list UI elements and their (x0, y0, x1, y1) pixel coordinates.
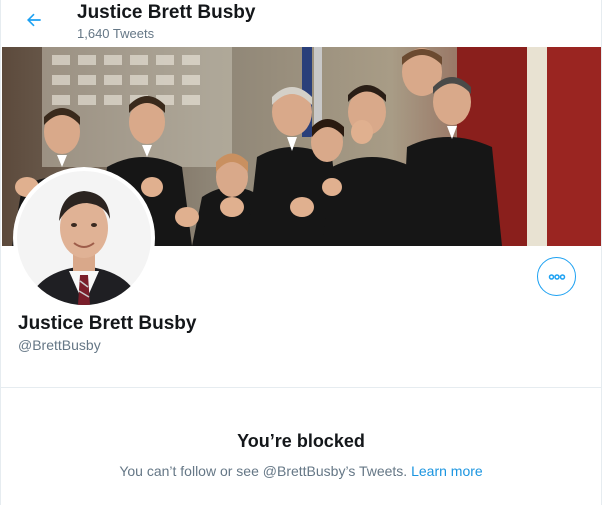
arrow-left-icon (27, 13, 41, 27)
blocked-message-text: You can’t follow or see @BrettBusby’s Tw… (119, 463, 408, 479)
back-button[interactable] (19, 5, 49, 35)
profile-header: Justice Brett Busby 1,640 Tweets (1, 0, 601, 47)
more-horizontal-icon (548, 273, 565, 280)
learn-more-link[interactable]: Learn more (411, 463, 483, 479)
blocked-title: You’re blocked (237, 431, 365, 451)
profile-handle: @BrettBusby (18, 337, 101, 353)
avatar[interactable] (13, 167, 155, 309)
divider (1, 387, 601, 388)
blocked-message: You can’t follow or see @BrettBusby’s Tw… (1, 463, 601, 479)
more-options-button[interactable] (537, 257, 576, 296)
profile-name: Justice Brett Busby (18, 313, 197, 334)
tweet-count: 1,640 Tweets (77, 26, 155, 41)
avatar-photo (17, 171, 151, 305)
profile-page: Justice Brett Busby 1,640 Tweets Justice… (0, 0, 602, 505)
header-title: Justice Brett Busby (77, 2, 256, 23)
